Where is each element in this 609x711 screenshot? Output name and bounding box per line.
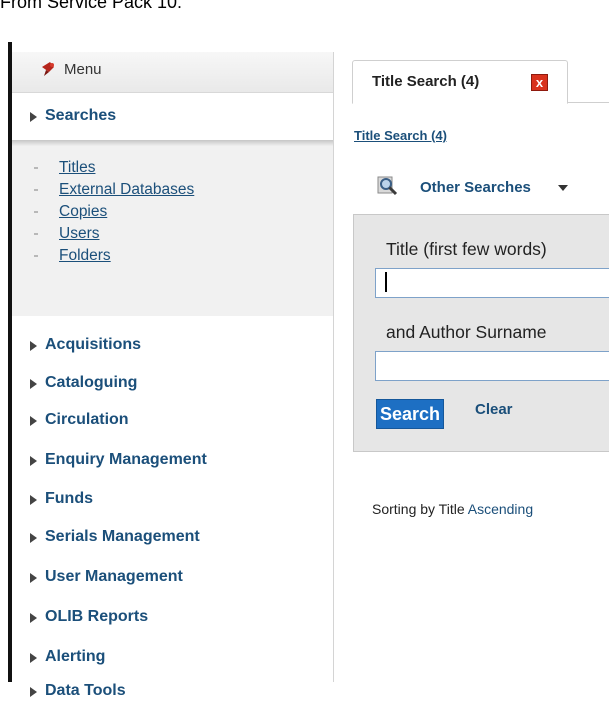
title-input[interactable] [375,268,609,298]
submenu-link[interactable]: External Databases [59,181,194,199]
submenu-item-titles[interactable]: Titles [12,157,333,179]
magnifier-icon [377,176,398,196]
sidebar-section-label: Acquisitions [45,336,142,353]
expand-arrow-icon [30,456,37,466]
sidebar-section-label: Funds [45,490,93,507]
clear-link[interactable]: Clear [475,401,513,418]
expand-arrow-icon [30,653,37,663]
menu-label: Menu [64,61,102,78]
bullet-icon [34,255,38,257]
sidebar: Menu Searches Titles External Databases … [12,52,334,699]
sidebar-section-circulation[interactable]: Circulation [12,404,333,440]
sidebar-section-label: Serials Management [45,528,200,545]
sidebar-section-label: Alerting [45,648,106,665]
submenu-item-external-databases[interactable]: External Databases [12,179,333,201]
sidebar-section-acquisitions[interactable]: Acquisitions [12,329,333,365]
sidebar-section-label: User Management [45,568,183,585]
sidebar-section-serials-management[interactable]: Serials Management [12,521,333,557]
expand-arrow-icon [30,533,37,543]
searches-submenu: Titles External Databases Copies Users F… [12,146,333,316]
sidebar-section-label: Searches [45,107,117,124]
submenu-item-folders[interactable]: Folders [12,245,333,267]
search-form: Title (first few words) and Author Surna… [353,214,609,452]
text-cursor [385,272,387,292]
menu-header[interactable]: Menu [12,52,333,93]
expand-arrow-icon [30,495,37,505]
submenu-link[interactable]: Users [59,225,99,243]
sidebar-section-user-management[interactable]: User Management [12,561,333,597]
sidebar-section-enquiry-management[interactable]: Enquiry Management [12,444,333,480]
expand-arrow-icon [30,573,37,583]
sidebar-section-olib-reports[interactable]: OLIB Reports [12,601,333,637]
tab-label: Title Search (4) [372,73,480,90]
sidebar-section-searches[interactable]: Searches [12,100,333,136]
chevron-down-icon [558,185,568,191]
sidebar-section-label: Data Tools [45,682,126,699]
submenu-link[interactable]: Titles [59,159,95,177]
sidebar-section-data-tools[interactable]: Data Tools [12,675,333,711]
submenu-item-copies[interactable]: Copies [12,201,333,223]
title-field-label: Title (first few words) [386,239,547,259]
search-button[interactable]: Search [376,399,445,429]
submenu-item-users[interactable]: Users [12,223,333,245]
bullet-icon [34,189,38,191]
submenu-link[interactable]: Copies [59,203,107,221]
submenu-link[interactable]: Folders [59,247,111,265]
sidebar-section-cataloguing[interactable]: Cataloguing [12,367,333,403]
expand-arrow-icon [30,416,37,426]
expand-arrow-icon [30,613,37,623]
sidebar-section-funds[interactable]: Funds [12,483,333,519]
expand-arrow-icon [30,687,37,697]
tab-title-search[interactable]: Title Search (4) x [352,60,568,104]
sidebar-section-label: Enquiry Management [45,451,207,468]
expand-arrow-icon [30,341,37,351]
author-surname-input[interactable] [375,351,609,381]
sidebar-section-label: Circulation [45,411,129,428]
page-caption: From Service Pack 10: [0,0,183,12]
expand-arrow-icon [30,112,37,122]
sorting-info: Sorting by Title Ascending [372,501,533,517]
tab-strip: Title Search (4) x [352,60,609,104]
sidebar-section-label: OLIB Reports [45,608,149,625]
bullet-icon [34,167,38,169]
breadcrumb[interactable]: Title Search (4) [354,128,447,143]
sidebar-section-alerting[interactable]: Alerting [12,641,333,677]
bullet-icon [34,211,38,213]
other-searches-label: Other Searches [420,179,531,196]
bullet-icon [34,233,38,235]
sort-order-link[interactable]: Ascending [468,501,533,517]
sorting-prefix: Sorting by Title [372,501,465,517]
pushpin-icon [42,62,54,76]
expand-arrow-icon [30,379,37,389]
sidebar-section-label: Cataloguing [45,374,138,391]
author-field-label: and Author Surname [386,322,547,342]
close-icon[interactable]: x [531,74,548,91]
